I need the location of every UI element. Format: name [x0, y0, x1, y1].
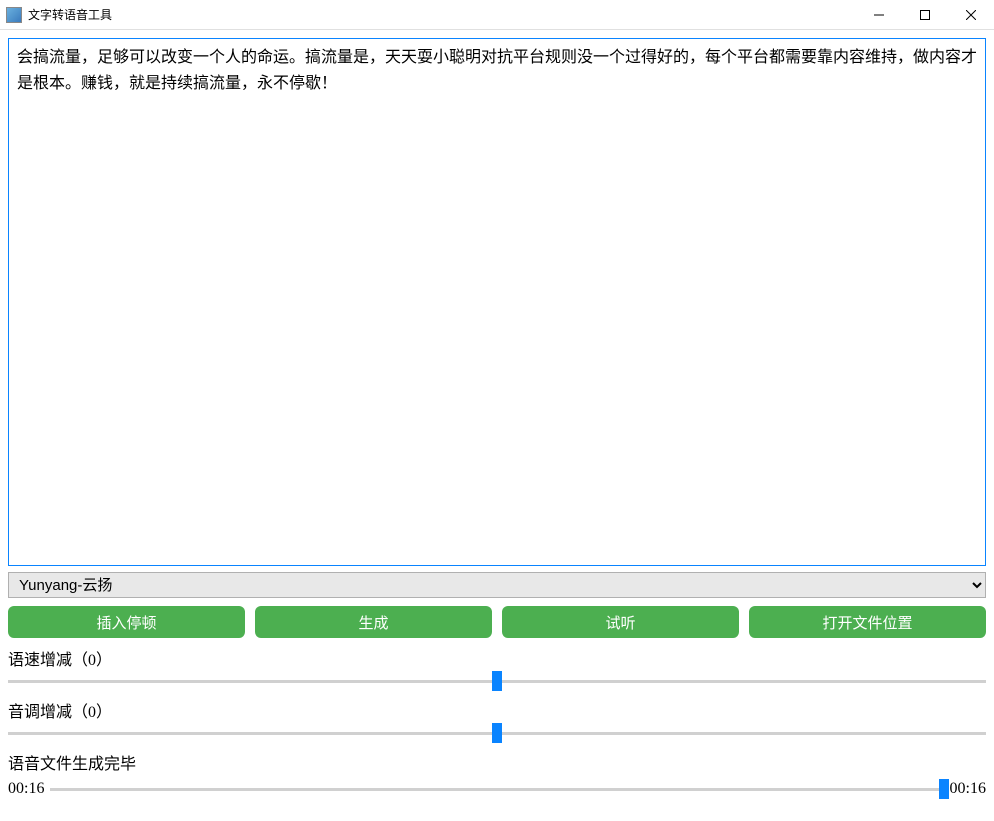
- speed-thumb[interactable]: [492, 671, 502, 691]
- playback-thumb[interactable]: [939, 779, 949, 799]
- playback-row: 00:16 00:16: [8, 780, 986, 798]
- app-icon: [6, 7, 22, 23]
- close-icon: [966, 10, 976, 20]
- maximize-icon: [920, 10, 930, 20]
- preview-button[interactable]: 试听: [502, 606, 739, 638]
- total-time: 00:16: [950, 780, 986, 798]
- speed-slider-section: 语速增减（0）: [8, 646, 986, 690]
- text-input[interactable]: [8, 38, 986, 566]
- open-folder-button[interactable]: 打开文件位置: [749, 606, 986, 638]
- current-time: 00:16: [8, 780, 44, 798]
- generate-button[interactable]: 生成: [255, 606, 492, 638]
- minimize-button[interactable]: [856, 0, 902, 29]
- content-area: Yunyang-云扬 插入停顿 生成 试听 打开文件位置 语速增减（0） 音调增…: [0, 30, 994, 821]
- speed-label: 语速增减（0）: [8, 646, 986, 670]
- minimize-icon: [874, 10, 884, 20]
- pitch-slider-section: 音调增减（0）: [8, 698, 986, 742]
- pitch-thumb[interactable]: [492, 723, 502, 743]
- status-text: 语音文件生成完毕: [8, 750, 986, 774]
- titlebar-left: 文字转语音工具: [0, 6, 112, 23]
- close-button[interactable]: [948, 0, 994, 29]
- pitch-label: 音调增减（0）: [8, 698, 986, 722]
- maximize-button[interactable]: [902, 0, 948, 29]
- voice-select[interactable]: Yunyang-云扬: [8, 572, 986, 598]
- pitch-slider[interactable]: [8, 724, 986, 742]
- app-window: 文字转语音工具 Yunyang-云扬 插入停顿 生成 试听 打开文件位置 语速增: [0, 0, 994, 821]
- window-controls: [856, 0, 994, 29]
- window-title: 文字转语音工具: [28, 6, 112, 23]
- playback-track-line: [50, 788, 943, 791]
- insert-pause-button[interactable]: 插入停顿: [8, 606, 245, 638]
- action-button-row: 插入停顿 生成 试听 打开文件位置: [8, 606, 986, 638]
- speed-slider[interactable]: [8, 672, 986, 690]
- playback-slider[interactable]: [50, 780, 943, 798]
- titlebar: 文字转语音工具: [0, 0, 994, 30]
